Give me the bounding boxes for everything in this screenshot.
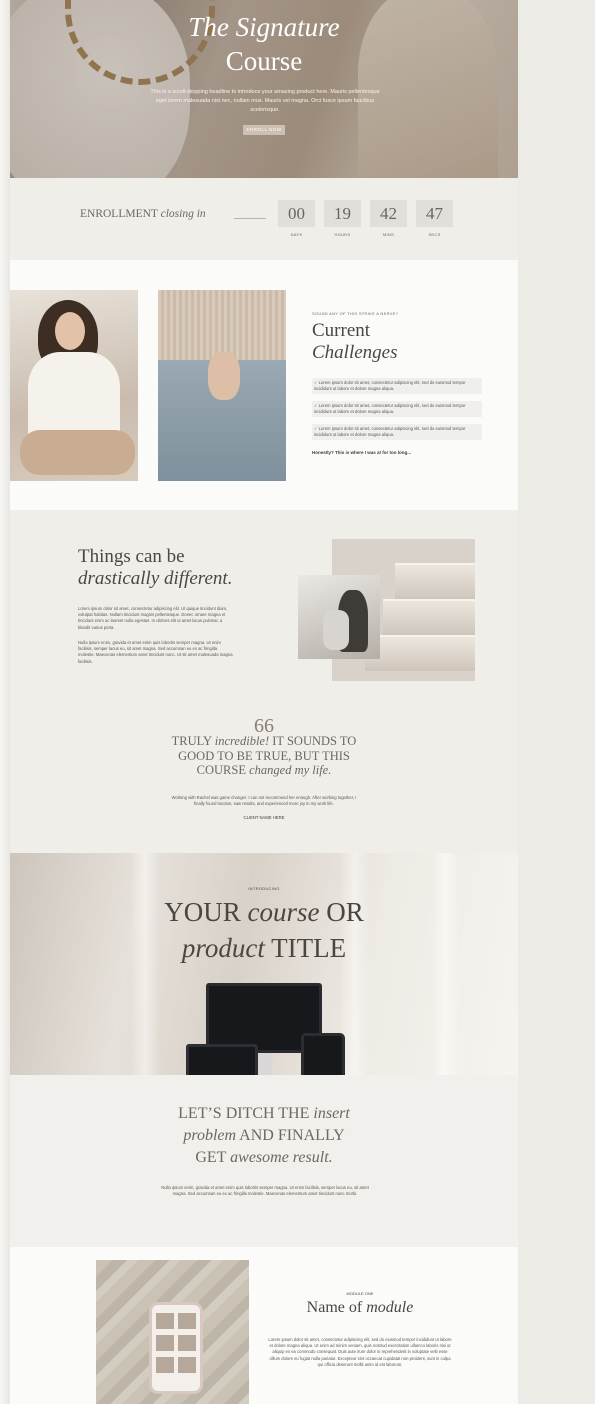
challenges-title-line2: Challenges [312,342,398,363]
countdown-hours-unit: HOURS [334,232,351,237]
promise-line3: GET awesome result. [10,1147,518,1169]
challenge-item: ✓ Lorem ipsum dolor sit amet, consectetu… [312,401,482,417]
promise-part: AND FINALLY [236,1127,345,1144]
different-title-line2: drastically different. [78,568,233,589]
transformation-section: Things can be drastically different. Lor… [10,510,518,853]
challenges-title-line1: Current [312,320,371,341]
tote-bag-photo [298,575,380,659]
product-title-line1: YOUR course OR [10,897,518,928]
countdown-mins-value: 42 [370,200,407,227]
countdown-mins-unit: MINS [382,232,395,237]
product-title-part: TITLE [264,933,347,963]
phone-grid-tile [156,1313,174,1329]
different-title-line1: Things can be [78,546,185,567]
product-title-emphasis: product [181,933,265,963]
enrollment-label-text: ENROLLMENT [80,208,158,220]
promise-part: GET [195,1149,231,1166]
phone-grid-tile [178,1357,196,1373]
module-paragraph: Lorem ipsum dolor sit amet, consectetur … [268,1337,452,1367]
countdown-secs: 47 SECS [416,200,453,237]
phone-grid-tile [178,1335,196,1351]
phone-mockup [149,1302,203,1394]
enroll-now-button[interactable]: ENROLL NOW [243,125,285,135]
enrollment-label: ENROLLMENT closing in [80,208,206,220]
countdown-secs-unit: SECS [428,232,441,237]
promise-line1: LET’S DITCH THE insert [10,1103,518,1125]
photo-face [55,312,85,350]
hero-title-line1: The Signature [188,12,340,42]
promise-emphasis: insert [313,1105,350,1122]
monitor-stand [258,1053,272,1075]
hero-section: The Signature Course This is a scroll-st… [10,0,518,178]
phone-grid-tile [156,1357,174,1373]
challenges-list: ✓ Lorem ipsum dolor sit amet, consectetu… [312,378,482,447]
challenges-eyebrow: SOUND ANY OF THIS STRIKE A NERVE? [312,311,399,316]
challenges-closing: Honestly? This is where I was at for too… [312,450,412,455]
promise-emphasis: awesome result. [230,1149,333,1166]
module-title-part: Name of [306,1299,367,1316]
stair-step [365,635,475,671]
enrollment-countdown-section: ENROLLMENT closing in 00 DAYS 19 HOURS 4… [10,178,518,260]
countdown-hours: 19 HOURS [324,200,361,237]
promise-section: LET’S DITCH THE insert problem AND FINAL… [10,1075,518,1247]
phone-grid-tile [178,1313,196,1329]
photo-hand [208,352,240,400]
promise-line2: problem AND FINALLY [10,1125,518,1147]
hero-blurb: This is a scroll-stopping headline to in… [150,89,380,113]
countdown-days: 00 DAYS [278,200,315,237]
phone-grid-tile [156,1335,174,1351]
promise-emphasis: problem [183,1127,237,1144]
laptop-mockup [186,1044,258,1075]
countdown-secs-value: 47 [416,200,453,227]
woman-sitting-photo [10,290,138,481]
photo-tote-bag [323,610,349,650]
product-title-emphasis: course [247,897,320,927]
countdown-mins: 42 MINS [370,200,407,237]
page-left-edge [0,0,10,1404]
landing-page: The Signature Course This is a scroll-st… [10,0,518,1404]
countdown-days-unit: DAYS [290,232,303,237]
photo-trousers [20,430,135,475]
module-eyebrow: MODULE ONE [346,1291,374,1296]
stair-step [395,563,475,599]
testimonial-quote: TRULY incredible! IT SOUNDS TO GOOD TO B… [164,734,364,778]
challenge-item: ✓ Lorem ipsum dolor sit amet, consectetu… [312,424,482,440]
product-title-part: YOUR [164,897,248,927]
page-right-margin [518,0,595,1404]
different-paragraph-1: Lorem ipsum dolor sit amet, consectetur … [78,606,228,630]
quote-emphasis: changed my life. [249,763,332,777]
promise-paragraph: Nulla ipsum enim, gravida et amet enim q… [161,1185,369,1197]
phone-on-fabric-photo [96,1260,249,1404]
module-section: MODULE ONE Name of module Lorem ipsum do… [10,1247,518,1404]
module-title-emphasis: module [366,1299,414,1316]
countdown-hours-value: 19 [324,200,361,227]
stair-step [383,599,475,635]
product-eyebrow: INTRODUCING [248,886,280,891]
challenge-item: ✓ Lorem ipsum dolor sit amet, consectetu… [312,378,482,394]
product-intro-section: INTRODUCING YOUR course OR product TITLE [10,853,518,1075]
product-title-part: OR [319,897,364,927]
hero-title-line2: Course [225,46,303,76]
jeans-sweater-photo [158,290,286,481]
enrollment-label-italic: closing in [160,208,206,220]
testimonial-client-name: CLIENT NAME HERE [243,815,285,820]
tablet-mockup [301,1033,345,1075]
promise-part: LET’S DITCH THE [178,1105,314,1122]
challenges-section: SOUND ANY OF THIS STRIKE A NERVE? Curren… [10,260,518,510]
module-title: Name of module [270,1299,450,1317]
quote-emphasis: incredible! [214,734,270,748]
enrollment-divider [234,218,266,219]
countdown-days-value: 00 [278,200,315,227]
testimonial-body: Working with Rachel was game changer. I … [171,795,357,807]
quote-part: TRULY [171,734,215,748]
product-title-line2: product TITLE [10,933,518,964]
different-paragraph-2: Nulla ipsum enim, gravida et amet enim q… [78,640,233,664]
